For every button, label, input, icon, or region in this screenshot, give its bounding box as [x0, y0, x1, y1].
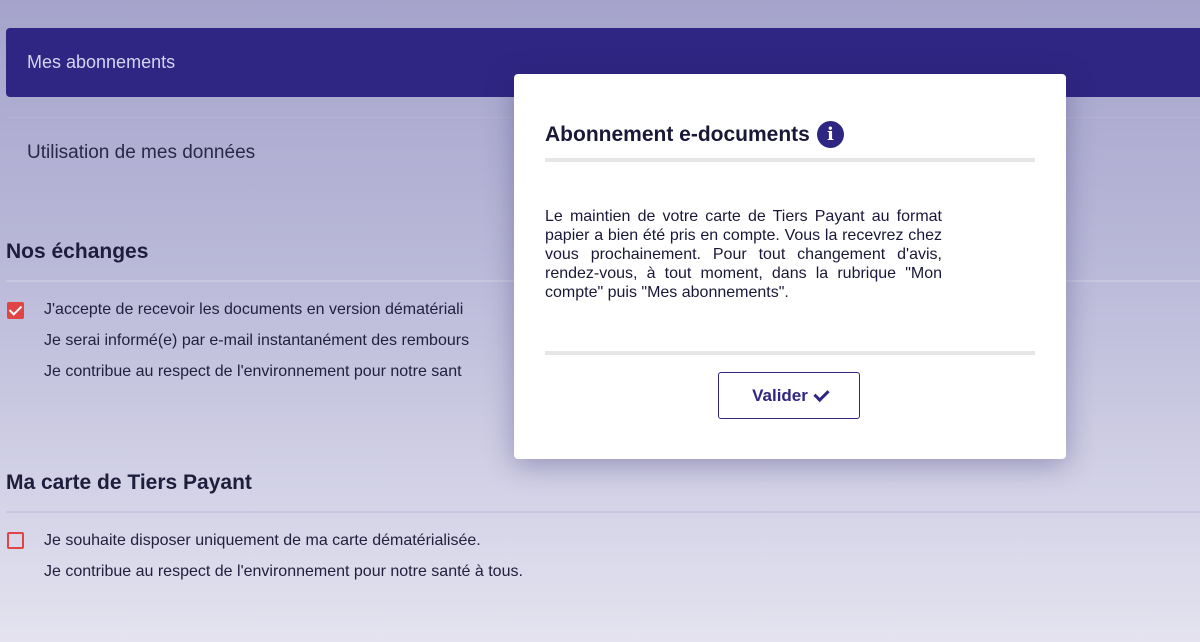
card-environment-text: Je contribue au respect de l'environneme…: [44, 563, 523, 580]
section-title-exchanges: Nos échanges: [6, 240, 149, 263]
info-icon[interactable]: i: [816, 121, 844, 148]
e-documents-checkbox[interactable]: [7, 302, 24, 319]
validate-button-label: Valider: [752, 385, 808, 405]
modal-footer-divider: [545, 351, 1035, 355]
modal-title-text: Abonnement e-documents: [545, 122, 810, 146]
e-documents-modal: Abonnement e-documents i Le maintien de …: [514, 74, 1066, 459]
nav-item-subscriptions-label: Mes abonnements: [27, 52, 176, 72]
nav-item-data-usage[interactable]: Utilisation de mes données: [27, 142, 255, 164]
section-title-card: Ma carte de Tiers Payant: [6, 471, 252, 494]
check-icon: [813, 385, 830, 403]
section-divider-card: [6, 511, 1200, 513]
e-documents-email-text: Je serai informé(e) par e-mail instantan…: [44, 332, 470, 349]
modal-title: Abonnement e-documents i: [545, 121, 844, 148]
modal-header-divider: [545, 158, 1035, 162]
e-documents-consent-text: J'accepte de recevoir les documents en v…: [44, 301, 464, 318]
e-documents-environment-text: Je contribue au respect de l'environneme…: [44, 363, 462, 380]
modal-message: Le maintien de votre carte de Tiers Paya…: [545, 208, 942, 301]
validate-button[interactable]: Valider: [718, 372, 860, 419]
dematerialized-card-checkbox[interactable]: [7, 532, 24, 549]
dematerialized-card-text: Je souhaite disposer uniquement de ma ca…: [44, 532, 481, 549]
